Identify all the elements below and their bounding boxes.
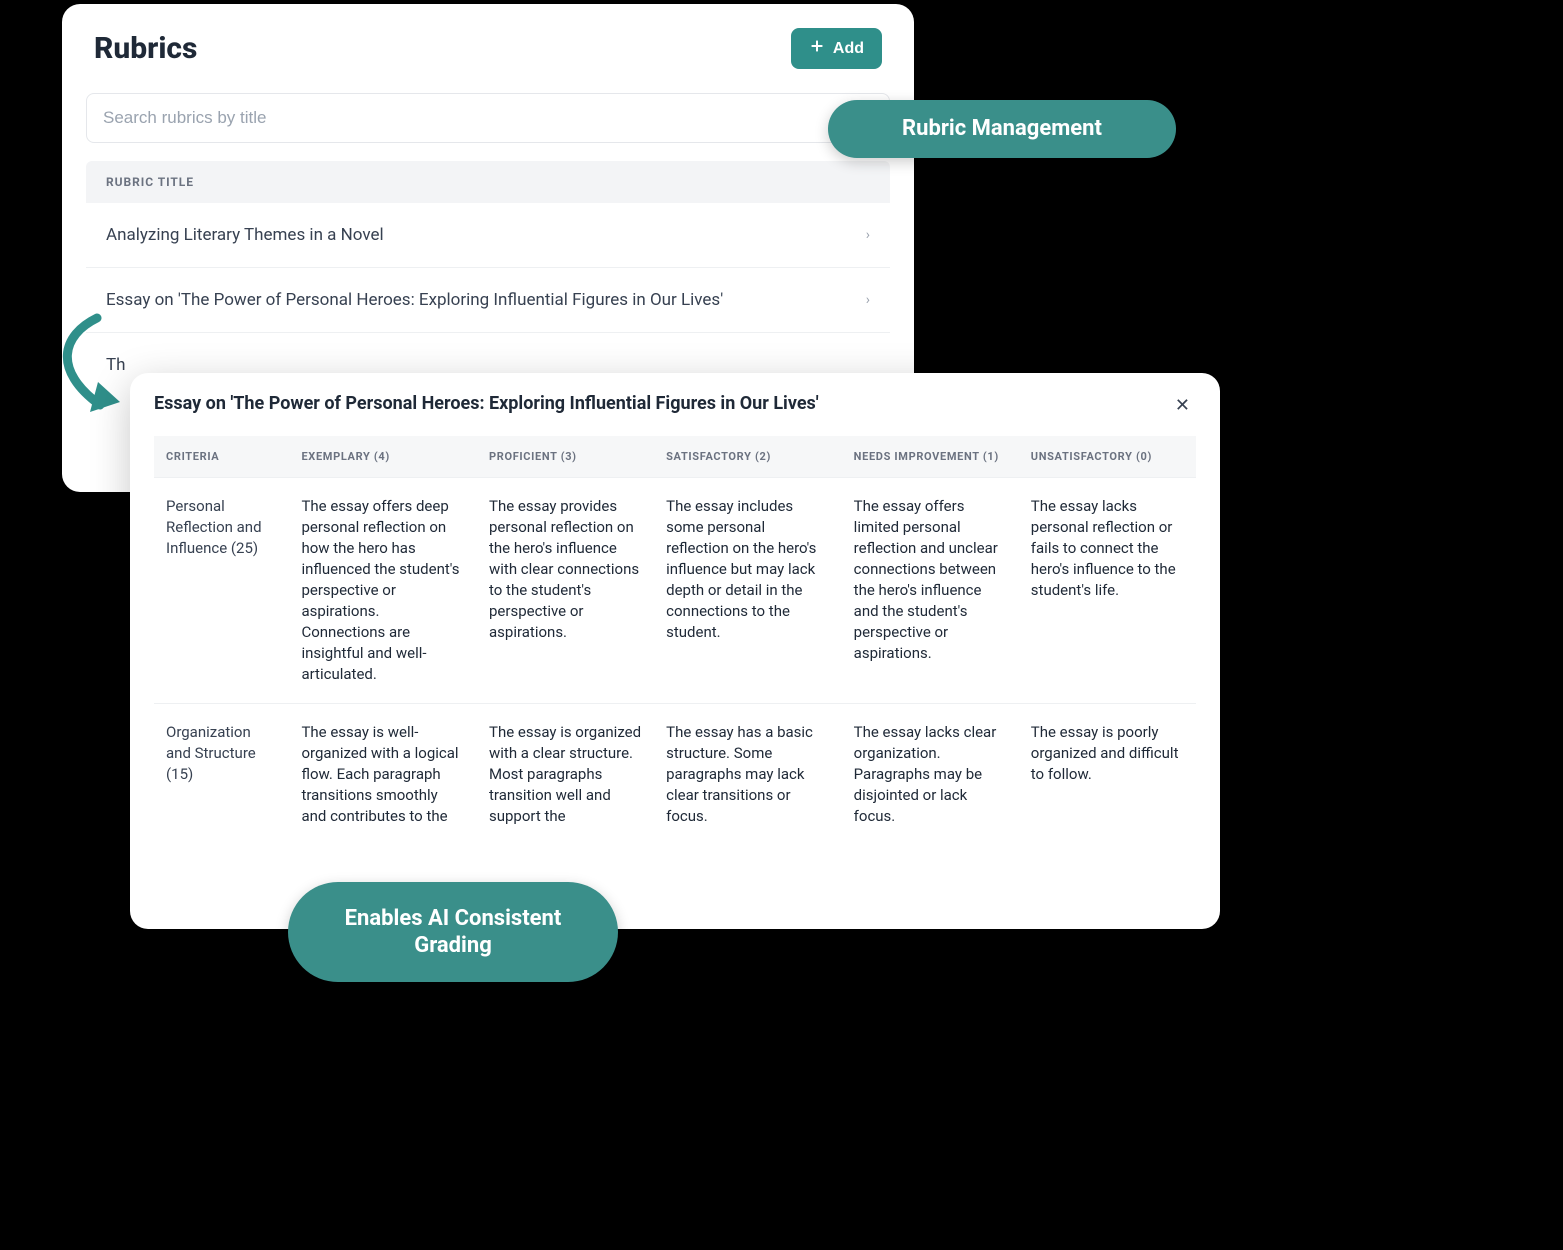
col-unsatisfactory: UNSATISFACTORY (0) <box>1019 436 1196 478</box>
callout-badge-rubric-management: Rubric Management <box>828 100 1176 158</box>
table-header-row: CRITERIA EXEMPLARY (4) PROFICIENT (3) SA… <box>154 436 1196 478</box>
plus-icon <box>809 38 825 59</box>
chevron-right-icon: › <box>866 292 870 308</box>
rubric-cell: The essay is well-organized with a logic… <box>289 704 477 846</box>
col-exemplary: EXEMPLARY (4) <box>289 436 477 478</box>
arrow-annotation-icon <box>42 310 142 420</box>
search-input[interactable] <box>86 93 890 143</box>
add-button[interactable]: Add <box>791 28 882 69</box>
criteria-cell: Personal Reflection and Influence (25) <box>154 478 289 704</box>
col-needs-improvement: NEEDS IMPROVEMENT (1) <box>842 436 1019 478</box>
close-icon: ✕ <box>1175 395 1190 415</box>
rubric-row-title: Essay on 'The Power of Personal Heroes: … <box>106 290 723 310</box>
rubric-cell: The essay offers limited personal reflec… <box>842 478 1019 704</box>
rubric-row[interactable]: Analyzing Literary Themes in a Novel › <box>86 203 890 268</box>
rubric-cell: The essay offers deep personal reflectio… <box>289 478 477 704</box>
rubric-detail-title: Essay on 'The Power of Personal Heroes: … <box>154 393 839 414</box>
rubric-cell: The essay lacks clear organization. Para… <box>842 704 1019 846</box>
rubric-cell: The essay includes some personal reflect… <box>654 478 842 704</box>
rubric-cell: The essay is poorly organized and diffic… <box>1019 704 1196 846</box>
close-button[interactable]: ✕ <box>1169 393 1196 418</box>
rubric-cell: The essay lacks personal reflection or f… <box>1019 478 1196 704</box>
table-row: Personal Reflection and Influence (25) T… <box>154 478 1196 704</box>
add-button-label: Add <box>833 40 864 58</box>
rubric-cell: The essay provides personal reflection o… <box>477 478 654 704</box>
rubric-detail-card: Essay on 'The Power of Personal Heroes: … <box>130 373 1220 929</box>
rubric-cell: The essay is organized with a clear stru… <box>477 704 654 846</box>
callout-badge-ai-grading: Enables AI Consistent Grading <box>288 882 618 982</box>
col-criteria: CRITERIA <box>154 436 289 478</box>
rubric-cell: The essay has a basic structure. Some pa… <box>654 704 842 846</box>
col-proficient: PROFICIENT (3) <box>477 436 654 478</box>
page-title: Rubrics <box>94 31 197 66</box>
chevron-right-icon: › <box>866 227 870 243</box>
table-row: Organization and Structure (15) The essa… <box>154 704 1196 846</box>
rubric-grid: CRITERIA EXEMPLARY (4) PROFICIENT (3) SA… <box>154 436 1196 845</box>
criteria-cell: Organization and Structure (15) <box>154 704 289 846</box>
rubric-row-title: Analyzing Literary Themes in a Novel <box>106 225 384 245</box>
col-satisfactory: SATISFACTORY (2) <box>654 436 842 478</box>
rubric-row[interactable]: Essay on 'The Power of Personal Heroes: … <box>86 268 890 333</box>
rubrics-header: Rubrics Add <box>62 4 914 87</box>
list-column-header: RUBRIC TITLE <box>86 161 890 203</box>
